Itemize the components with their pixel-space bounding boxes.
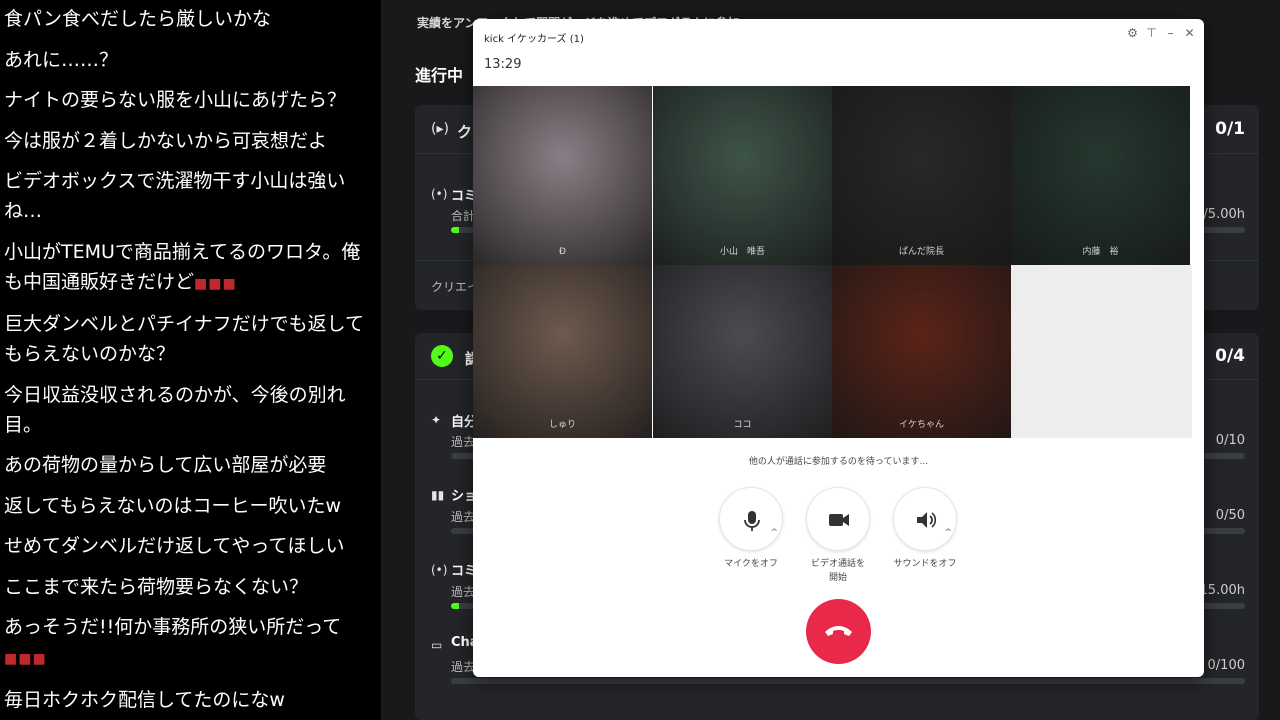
participant-name: Đ [559,247,566,257]
comment: 食パン食べだしたら厳しいかな [4,4,377,34]
comment: 巨大ダンベルとパチイナフだけでも返してもらえないのかな？ [4,309,377,369]
hang-up-icon [825,626,852,636]
start-video-button[interactable] [806,487,870,551]
participant-name: ぱんだ院長 [898,247,944,257]
achievement-progress-text: 0/50 [1215,508,1245,523]
comment-text: ナイトの要らない服を小山にあげたら？ [4,89,347,111]
comment: 今は服が２着しかないから可哀想だよ [4,126,377,156]
participant-tile[interactable]: ぱんだ院長 [832,86,1011,265]
start-video-label: ビデオ通話を開始 [810,559,865,583]
achievement-sub: 過去 [451,660,476,674]
comment-text: あれに……？ [4,48,119,71]
progress-bar [451,678,1245,684]
chevron-up-icon[interactable]: ^ [770,528,778,538]
card-footer-link[interactable]: クリエイ [431,278,479,295]
progress-bar-fill [451,227,459,233]
comment-text: 返してもらえないのはコーヒー吹いたw [4,494,342,517]
comment-text: 食パン食べだしたら厳しいかな [4,8,271,30]
comment: ビデオボックスで洗濯物干す小山は強いね… [4,166,377,226]
comment: ここまで来たら荷物要らなくない？ [4,572,377,602]
chat-icon: ▭ [431,638,443,652]
chevron-up-icon[interactable]: ^ [944,528,952,538]
mute-mic-button[interactable]: ^ [719,487,783,551]
speaker-icon [917,512,937,528]
group-call-window[interactable]: kick イケッカーズ (1) ⚙ ⊤ – ✕ 13:29 Đ 小山 唯吾 ぱん… [473,19,1204,677]
emoji-icon: ■■■ [4,651,47,667]
emoji-icon: ■■■ [194,275,237,292]
participant-tile[interactable]: しゅり [473,265,652,438]
end-call-button[interactable] [806,599,871,664]
comment-text: あの荷物の量からして広い部屋が必要 [4,454,327,476]
card-title: ク [457,123,473,141]
pin-icon[interactable]: ⊤ [1145,26,1158,40]
card-counter: 0/1 [1215,119,1245,139]
sparkle-icon: ✦ [431,413,442,427]
comment-text: ここまで来たら荷物要らなくない？ [4,575,309,598]
achievement-progress-text: 0/100 [1207,658,1245,673]
gear-icon[interactable]: ⚙ [1126,26,1139,40]
participant-name: イケちゃん [898,420,944,430]
mute-sound-label: サウンドをオフ [893,559,957,569]
live-icon: (▸) [431,121,449,137]
participant-tile[interactable]: Đ [473,86,652,265]
comment: 今日収益没収されるのかが、今後の別れ目。 [4,380,377,440]
microphone-icon [744,511,760,531]
people-icon: ▮▮ [431,488,445,502]
live-icon: (•) [431,563,448,577]
achievement-progress-text: /5.00h [1203,207,1245,222]
participant-tile[interactable]: 内藤 裕 [1011,86,1190,265]
progress-bar-fill [451,603,459,609]
comment: ナイトの要らない服を小山にあげたら？ [4,85,377,115]
mute-mic-label: マイクをオフ [724,559,778,569]
comment-text: せめてダンベルだけ返してやってほしい [4,535,345,557]
comment-text: 毎日ホクホク配信してたのになw [4,688,285,711]
comment: あっそうだ!!何か事務所の狭い所だって ■■■ [4,612,377,674]
card-counter: 0/4 [1215,346,1245,366]
comment-text: 小山がTEMUで商品揃えてるのワロタ。俺も中国通販好きだけど [4,240,361,293]
comment: 毎日ホクホク配信してたのになw [4,685,377,715]
empty-tile [1011,265,1192,438]
video-grid: Đ 小山 唯吾 ぱんだ院長 内藤 裕 しゅり ココ イケちゃん [473,86,1192,438]
achievement-sub: 過去 [451,585,476,599]
achievement-sub: 合計 [451,209,476,223]
participant-tile[interactable]: 小山 唯吾 [653,86,832,265]
waiting-message: 他の人が通話に参加するのを待っています... [748,457,929,467]
comment: あの荷物の量からして広い部屋が必要 [4,450,377,480]
comment-list: 食パン食べだしたら厳しいかな あれに……？ ナイトの要らない服を小山にあげたら？… [0,0,381,720]
comment-text: 巨大ダンベルとパチイナフだけでも返してもらえないのかな？ [4,313,365,365]
comment-text: あっそうだ!!何か事務所の狭い所だって [4,616,342,638]
achievement-sub: 過去 [451,510,476,524]
participant-tile[interactable]: イケちゃん [832,265,1011,438]
call-window-title: kick イケッカーズ (1) [484,34,584,45]
comment-text: 今日収益没収されるのかが、今後の別れ目。 [4,383,346,436]
video-camera-icon [829,514,849,526]
comment-text: ビデオボックスで洗濯物干す小山は強いね… [4,170,346,222]
participant-name: しゅり [548,420,576,430]
minimize-icon[interactable]: – [1164,26,1177,40]
section-title: 進行中 [415,66,464,85]
achievement-sub: 過去 [451,435,476,449]
participant-tile[interactable]: ココ [653,265,832,438]
window-controls: ⚙ ⊤ – ✕ [1126,26,1196,40]
achievement-progress-text: 0/10 [1215,433,1245,448]
comment: せめてダンベルだけ返してやってほしい [4,531,377,561]
live-icon: (•) [431,187,448,201]
participant-name: ココ [733,420,752,430]
comment: あれに……？ [4,45,377,75]
participant-name: 内藤 裕 [1082,247,1119,257]
comment: 小山がTEMUで商品揃えてるのワロタ。俺も中国通販好きだけど■■■ [4,237,377,299]
mute-sound-button[interactable]: ^ [893,487,957,551]
call-timer: 13:29 [484,57,522,72]
participant-name: 小山 唯吾 [719,247,765,257]
close-icon[interactable]: ✕ [1183,26,1196,40]
comment: 返してもらえないのはコーヒー吹いたw [4,491,377,521]
check-badge-icon: ✓ [431,345,453,367]
achievement-progress-text: 15.00h [1199,583,1245,598]
comment-text: 今は服が２着しかないから可哀想だよ [4,129,328,152]
